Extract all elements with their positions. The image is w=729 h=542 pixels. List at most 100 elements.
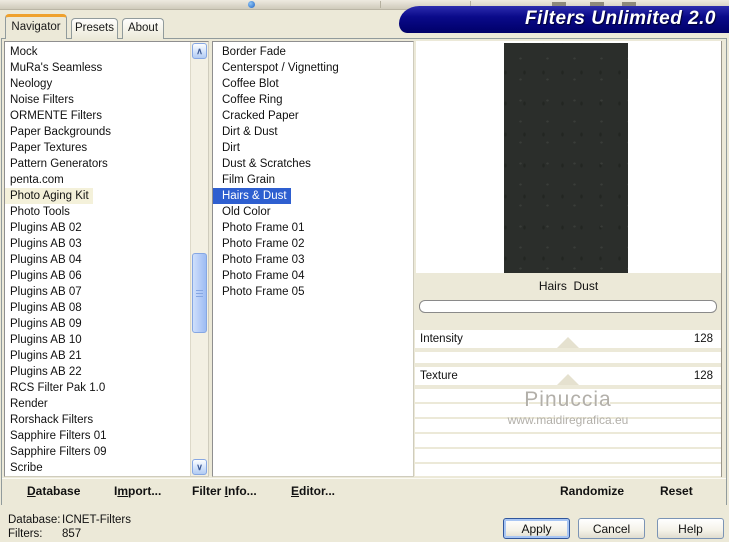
cancel-button[interactable]: Cancel	[578, 518, 645, 539]
database-button[interactable]: Database	[27, 479, 80, 504]
editor-button[interactable]: Editor...	[291, 479, 335, 504]
filter-preview-image	[504, 43, 628, 273]
list-item[interactable]: Coffee Blot	[213, 76, 413, 92]
scroll-up-icon[interactable]: ∧	[192, 43, 207, 59]
tab-about[interactable]: About	[122, 18, 164, 39]
filters-count-label: Filters:	[8, 528, 43, 540]
list-item[interactable]: Plugins AB 08	[5, 300, 208, 316]
empty-slider-strip	[415, 464, 721, 476]
intensity-slider[interactable]: Intensity 128	[415, 330, 721, 348]
list-item[interactable]: Plugins AB 09	[5, 316, 208, 332]
list-item[interactable]: Rorshack Filters	[5, 412, 208, 428]
list-item[interactable]: Plugins AB 02	[5, 220, 208, 236]
list-item[interactable]: Photo Frame 03	[213, 252, 413, 268]
list-item[interactable]: Photo Frame 02	[213, 236, 413, 252]
list-item[interactable]: Photo Frame 05	[213, 284, 413, 300]
list-item[interactable]: Noise Filters	[5, 92, 208, 108]
list-item[interactable]: Photo Tools	[5, 204, 208, 220]
category-items: Mock MuRa's Seamless Neology Noise Filters O…	[5, 42, 208, 476]
tab-navigator[interactable]: Navigator	[5, 14, 67, 39]
texture-value: 128	[693, 370, 713, 382]
list-item[interactable]: Old Color	[213, 204, 413, 220]
preview-caption: Hairs Dust	[416, 273, 721, 299]
label-part: atabase	[35, 484, 81, 498]
import-button[interactable]: Import...	[114, 479, 161, 504]
list-item[interactable]: Centerspot / Vignetting	[213, 60, 413, 76]
list-item[interactable]: Plugins AB 22	[5, 364, 208, 380]
help-button[interactable]: Help	[657, 518, 724, 539]
label-mnemonic: D	[27, 484, 36, 498]
scrollbar-thumb[interactable]	[192, 253, 207, 333]
list-item[interactable]: Scribe	[5, 460, 208, 476]
label-part: nfo...	[228, 484, 257, 498]
preview-background	[416, 41, 721, 273]
watermark-name: Pinuccia	[524, 388, 612, 411]
reset-button[interactable]: Reset	[660, 479, 693, 504]
navigator-tab-panel: Mock MuRa's Seamless Neology Noise Filters O…	[1, 38, 727, 505]
list-item[interactable]: Plugins AB 10	[5, 332, 208, 348]
watermark: Pinuccia www.maidiregrafica.eu	[415, 388, 721, 427]
label-mnemonic: E	[291, 484, 300, 498]
list-item[interactable]: Neology	[5, 76, 208, 92]
list-item[interactable]: MuRa's Seamless	[5, 60, 208, 76]
scroll-down-icon[interactable]: ∨	[192, 459, 207, 475]
browser-icon	[248, 1, 255, 8]
list-item[interactable]: Border Fade	[213, 44, 413, 60]
list-item[interactable]: ORMENTE Filters	[5, 108, 208, 124]
list-item[interactable]: Paper Backgrounds	[5, 124, 208, 140]
list-item[interactable]: Dust & Scratches	[213, 156, 413, 172]
list-item[interactable]: RCS Filter Pak 1.0	[5, 380, 208, 396]
list-item[interactable]: Paper Textures	[5, 140, 208, 156]
list-item[interactable]: Dirt & Dust	[213, 124, 413, 140]
list-item[interactable]: Cracked Paper	[213, 108, 413, 124]
tab-presets[interactable]: Presets	[71, 18, 118, 39]
empty-slider-strip	[415, 449, 721, 462]
plugin-title: Filters Unlimited 2.0	[524, 8, 716, 29]
label-part: Filter	[192, 484, 225, 498]
list-item[interactable]: Film Grain	[213, 172, 413, 188]
list-item[interactable]: Sapphire Filters 01	[5, 428, 208, 444]
list-item[interactable]: Plugins AB 07	[5, 284, 208, 300]
database-status-value: ICNET-Filters	[62, 514, 131, 526]
list-item[interactable]: Sapphire Filters 09	[5, 444, 208, 460]
texture-label: Texture	[420, 370, 458, 382]
slider-thumb-icon[interactable]	[557, 337, 579, 348]
intensity-value: 128	[693, 333, 713, 345]
filter-info-button[interactable]: Filter Info...	[192, 479, 257, 504]
list-item[interactable]: Render	[5, 396, 208, 412]
category-listbox[interactable]: Mock MuRa's Seamless Neology Noise Filters O…	[4, 41, 209, 477]
list-item[interactable]: Photo Frame 01	[213, 220, 413, 236]
list-item[interactable]: Pattern Generators	[5, 156, 208, 172]
randomize-button[interactable]: Randomize	[560, 479, 624, 504]
bottom-toolbar: Database Import... Filter Info... Editor…	[2, 478, 726, 505]
list-item[interactable]: Mock	[5, 44, 208, 60]
database-status-label: Database:	[8, 514, 61, 526]
watermark-url: www.maidiregrafica.eu	[507, 413, 629, 427]
slider-thumb-icon[interactable]	[557, 374, 579, 385]
texture-slider[interactable]: Texture 128	[415, 367, 721, 385]
empty-slider-strip	[415, 352, 721, 363]
list-item[interactable]: Plugins AB 04	[5, 252, 208, 268]
list-item[interactable]: Plugins AB 21	[5, 348, 208, 364]
plugin-title-banner: Filters Unlimited 2.0	[399, 6, 729, 33]
toolbar-separator	[380, 1, 381, 8]
list-item[interactable]: Plugins AB 06	[5, 268, 208, 284]
list-item[interactable]: Photo Frame 04	[213, 268, 413, 284]
apply-button[interactable]: Apply	[503, 518, 570, 539]
filters-unlimited-dialog: Filters Unlimited 2.0 Navigator Presets …	[0, 0, 729, 542]
list-item[interactable]: Plugins AB 03	[5, 236, 208, 252]
list-item[interactable]: Dirt	[213, 140, 413, 156]
preview-panel: Hairs Dust Intensity 128 Texture 128 Pin…	[415, 41, 722, 477]
render-progress-bar	[419, 300, 717, 313]
category-scrollbar[interactable]: ∧ ∨	[190, 42, 208, 476]
list-item[interactable]: Hairs & Dust	[213, 188, 291, 204]
filters-count-value: 857	[62, 528, 82, 540]
label-part: port...	[128, 484, 162, 498]
filter-listbox[interactable]: Border Fade Centerspot / Vignetting Coffee…	[212, 41, 414, 477]
list-item[interactable]: Photo Aging Kit	[5, 188, 93, 204]
filter-items: Border Fade Centerspot / Vignetting Coffee…	[213, 42, 413, 300]
list-item[interactable]: penta.com	[5, 172, 208, 188]
list-item[interactable]: Coffee Ring	[213, 92, 413, 108]
intensity-label: Intensity	[420, 333, 463, 345]
label-mnemonic: m	[117, 484, 129, 498]
